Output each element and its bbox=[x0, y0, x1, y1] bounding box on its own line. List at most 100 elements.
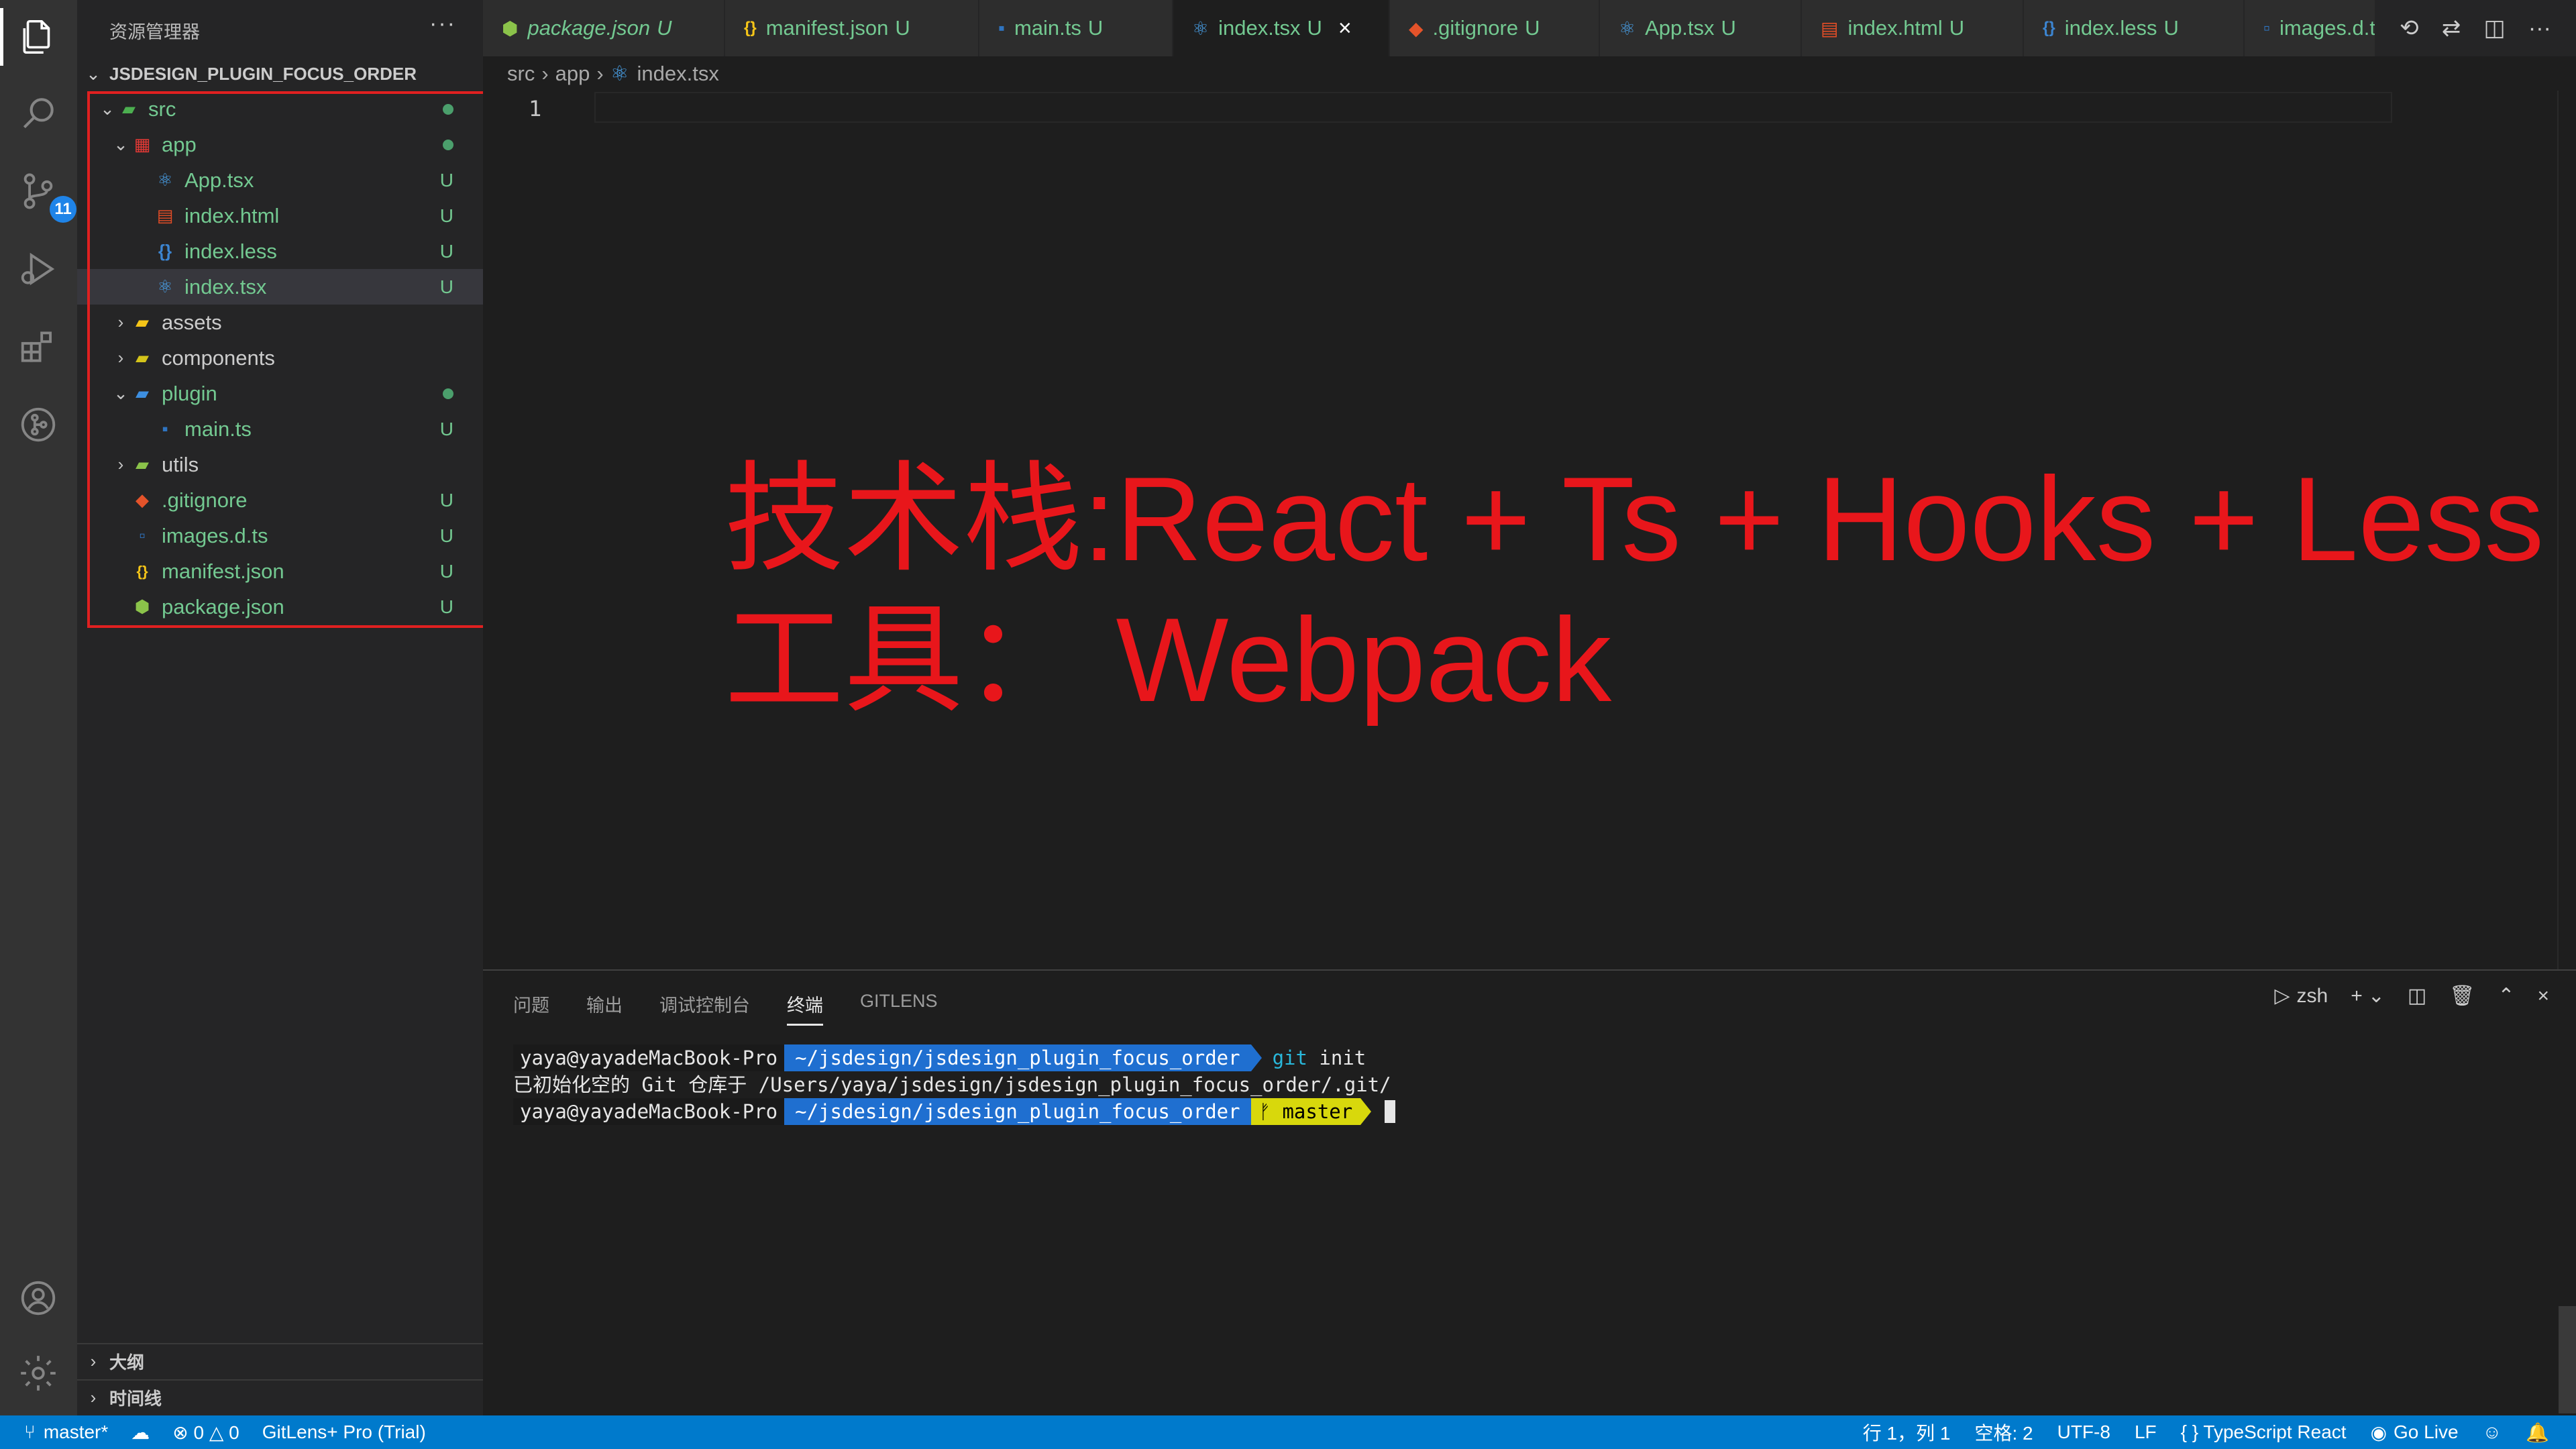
project-header[interactable]: ⌄ JSDESIGN_PLUGIN_FOCUS_ORDER bbox=[77, 56, 483, 91]
current-line-highlight bbox=[594, 92, 2392, 123]
end-of-line[interactable]: LF bbox=[2135, 1421, 2157, 1443]
prompt-path: ~/jsdesign/jsdesign_plugin_focus_order bbox=[784, 1044, 1251, 1071]
language-mode[interactable]: { } TypeScript React bbox=[2181, 1421, 2347, 1443]
search-icon[interactable] bbox=[15, 90, 62, 137]
scm-badge: 11 bbox=[50, 196, 76, 223]
react-icon: ⚛ bbox=[610, 62, 629, 85]
sync-icon[interactable]: ☁ bbox=[131, 1421, 150, 1444]
git-icon: ◆ bbox=[1409, 17, 1424, 39]
close-panel-icon[interactable]: × bbox=[2537, 985, 2549, 1008]
editor-actions: ⟲ ⇄ ◫ ··· bbox=[2375, 0, 2576, 56]
prompt-user: yaya@yayadeMacBook-Pro bbox=[513, 1098, 785, 1125]
html-icon: ▤ bbox=[1821, 17, 1839, 39]
panel-actions: ▷ zsh + ⌄ ◫ 🗑 ⌃ × bbox=[2251, 984, 2549, 1008]
react-icon: ⚛ bbox=[1192, 17, 1210, 39]
tab-gitignore[interactable]: ◆ .gitignore U bbox=[1390, 0, 1599, 56]
breadcrumb-item[interactable]: src bbox=[507, 62, 535, 86]
chevron-right-icon: › bbox=[541, 62, 549, 85]
tab-output[interactable]: 输出 bbox=[586, 991, 623, 1026]
terminal-line: yaya@yayadeMacBook-Pro ~/jsdesign/jsdesi… bbox=[513, 1098, 1396, 1125]
terminal-scrollbar[interactable] bbox=[2559, 1306, 2576, 1413]
feedback-icon[interactable]: ☺ bbox=[2483, 1421, 2502, 1443]
more-actions-icon[interactable]: ··· bbox=[2528, 15, 2551, 42]
more-actions-icon[interactable]: ··· bbox=[429, 11, 456, 37]
tab-label: index.less bbox=[2064, 16, 2157, 40]
prompt-user: yaya@yayadeMacBook-Pro bbox=[513, 1044, 785, 1071]
tab-app-tsx[interactable]: ⚛ App.tsx U bbox=[1600, 0, 1801, 56]
line-number: 1 bbox=[529, 96, 542, 121]
gitlens-icon[interactable] bbox=[15, 401, 62, 448]
tab-status: U bbox=[895, 16, 910, 40]
add-terminal-icon[interactable]: + bbox=[2351, 985, 2363, 1008]
maximize-panel-icon[interactable]: ⌃ bbox=[2498, 984, 2514, 1008]
terminal-line: yaya@yayadeMacBook-Pro ~/jsdesign/jsdesi… bbox=[513, 1044, 1395, 1071]
branch-status[interactable]: master* bbox=[44, 1421, 108, 1443]
project-name: JSDESIGN_PLUGIN_FOCUS_ORDER bbox=[109, 63, 417, 84]
tab-label: index.html bbox=[1847, 16, 1943, 40]
highlight-box bbox=[87, 91, 490, 628]
compare-changes-icon[interactable]: ⇄ bbox=[2442, 15, 2461, 42]
bottom-panel: 问题 输出 调试控制台 终端 GITLENS ▷ zsh + ⌄ ◫ 🗑 ⌃ ×… bbox=[483, 969, 2576, 1415]
explorer-title: 资源管理器 bbox=[109, 22, 200, 42]
shell-name[interactable]: zsh bbox=[2297, 985, 2328, 1008]
account-icon[interactable] bbox=[15, 1275, 62, 1322]
go-live-button[interactable]: Go Live bbox=[2394, 1421, 2459, 1443]
cursor-position[interactable]: 行 1，列 1 bbox=[1863, 1419, 1951, 1446]
tab-gitlens[interactable]: GITLENS bbox=[860, 991, 938, 1026]
tab-index-tsx[interactable]: ⚛ index.tsx U × bbox=[1173, 0, 1389, 56]
terminal-output[interactable]: yaya@yayadeMacBook-Pro ~/jsdesign/jsdesi… bbox=[513, 1044, 1396, 1125]
split-terminal-icon[interactable]: ◫ bbox=[2408, 984, 2426, 1008]
editor-scrollbar[interactable] bbox=[2557, 91, 2576, 969]
code-editor[interactable]: 1 技术栈:React + Ts + Hooks + Less 工具： Webp… bbox=[483, 91, 2576, 969]
notifications-bell-icon[interactable]: 🔔 bbox=[2526, 1421, 2549, 1444]
command-args: init bbox=[1307, 1046, 1366, 1069]
trash-icon[interactable]: 🗑 bbox=[2449, 984, 2475, 1008]
breadcrumb-item[interactable]: app bbox=[555, 62, 590, 86]
command-git: git bbox=[1272, 1046, 1307, 1069]
active-indicator bbox=[0, 8, 3, 66]
settings-gear-icon[interactable] bbox=[15, 1350, 62, 1397]
tab-terminal[interactable]: 终端 bbox=[787, 991, 823, 1026]
chevron-right-icon: › bbox=[596, 62, 604, 85]
outline-section[interactable]: › 大纲 bbox=[77, 1343, 483, 1378]
chevron-down-icon: ⌄ bbox=[86, 63, 101, 84]
split-editor-icon[interactable]: ◫ bbox=[2484, 15, 2506, 42]
prompt-branch: ᚠ master bbox=[1250, 1098, 1361, 1125]
history-icon[interactable]: ⟲ bbox=[2400, 15, 2419, 42]
typescript-def-icon: ▫ bbox=[2263, 17, 2270, 38]
react-icon: ⚛ bbox=[1619, 17, 1636, 39]
timeline-section[interactable]: › 时间线 bbox=[77, 1379, 483, 1414]
tab-label: images.d.ts bbox=[2279, 16, 2386, 40]
prompt-arrow bbox=[1360, 1098, 1372, 1125]
tab-status: U bbox=[1949, 16, 1965, 40]
close-icon[interactable]: × bbox=[1338, 15, 1352, 42]
source-control-icon[interactable]: 11 bbox=[15, 168, 76, 223]
timeline-label: 时间线 bbox=[109, 1388, 162, 1409]
panel-tabs: 问题 输出 调试控制台 终端 GITLENS bbox=[513, 991, 975, 1026]
problems-status[interactable]: ⊗ 0 △ 0 bbox=[172, 1421, 239, 1444]
terminal-line: 已初始化空的 Git 仓库于 /Users/yaya/jsdesign/jsde… bbox=[513, 1071, 1395, 1098]
nodejs-icon: ⬢ bbox=[502, 17, 519, 39]
tab-label: index.tsx bbox=[1218, 16, 1301, 40]
tab-index-html[interactable]: ▤ index.html U bbox=[1802, 0, 2023, 56]
run-debug-icon[interactable] bbox=[15, 246, 62, 292]
tab-status: U bbox=[1307, 16, 1322, 40]
tab-debug-console[interactable]: 调试控制台 bbox=[659, 991, 750, 1026]
indentation[interactable]: 空格: 2 bbox=[1974, 1419, 2033, 1446]
tab-package-json[interactable]: ⬢ package.json U bbox=[483, 0, 724, 56]
tab-main-ts[interactable]: ▪ main.ts U bbox=[979, 0, 1173, 56]
encoding[interactable]: UTF-8 bbox=[2057, 1421, 2110, 1443]
tab-label: package.json bbox=[527, 16, 651, 40]
tab-label: manifest.json bbox=[765, 16, 889, 40]
extensions-icon[interactable] bbox=[15, 323, 62, 370]
tab-index-less[interactable]: {} index.less U bbox=[2024, 0, 2244, 56]
tab-manifest-json[interactable]: {} manifest.json U bbox=[725, 0, 979, 56]
gitlens-status[interactable]: GitLens+ Pro (Trial) bbox=[262, 1421, 426, 1443]
tab-problems[interactable]: 问题 bbox=[513, 991, 549, 1026]
breadcrumb-item[interactable]: index.tsx bbox=[637, 62, 719, 86]
typescript-icon: ▪ bbox=[998, 17, 1005, 38]
status-bar: ⑂ master* ☁ ⊗ 0 △ 0 GitLens+ Pro (Trial)… bbox=[0, 1415, 2576, 1449]
json-icon: {} bbox=[744, 19, 757, 37]
chevron-down-icon[interactable]: ⌄ bbox=[2368, 984, 2385, 1008]
files-icon[interactable] bbox=[15, 13, 62, 60]
